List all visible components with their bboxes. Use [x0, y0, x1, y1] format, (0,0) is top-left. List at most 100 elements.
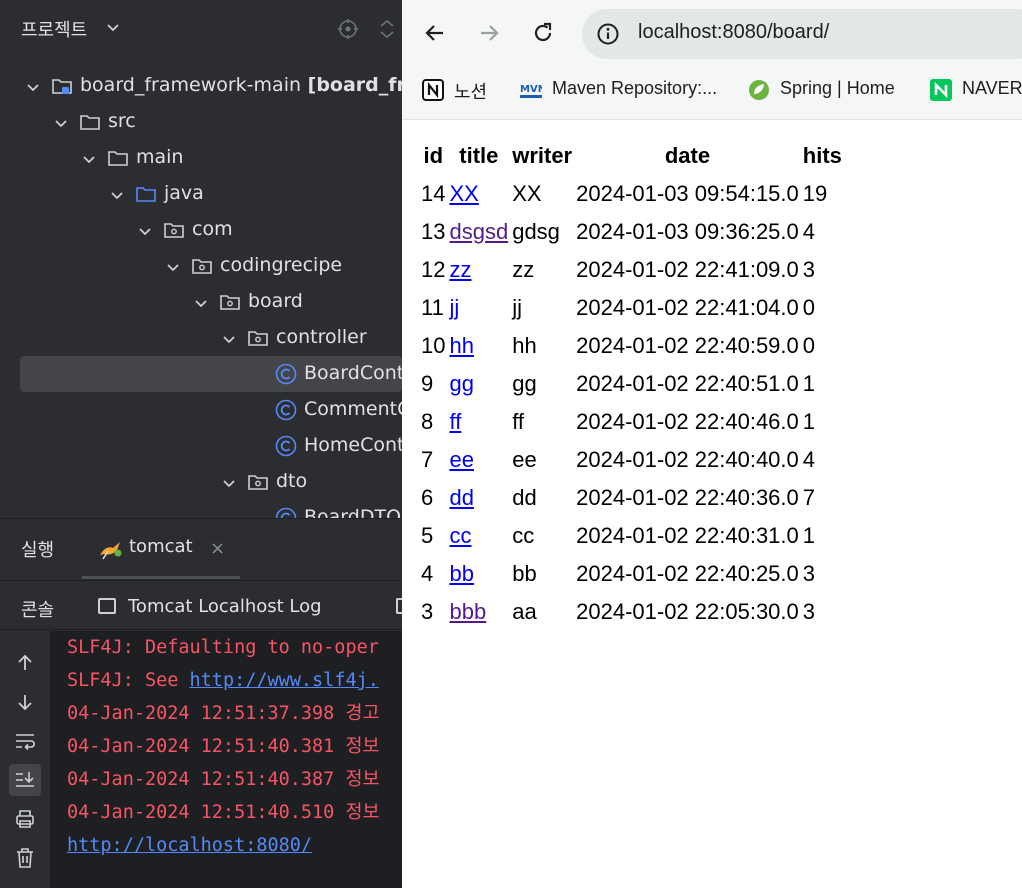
maven-icon: MVN: [520, 84, 542, 98]
post-title-link[interactable]: gg: [449, 371, 473, 396]
post-title-link[interactable]: zz: [449, 257, 471, 282]
browser-window: localhost:8080/board/ 노션 MVN Maven Repos…: [402, 0, 1022, 888]
chevron-down-icon[interactable]: [109, 186, 125, 202]
chevron-down-icon[interactable]: [137, 222, 153, 238]
tree-item[interactable]: BoardDTO: [0, 500, 402, 518]
tree-item[interactable]: com: [0, 212, 402, 248]
cell-id: 11: [421, 295, 444, 320]
cell-id: 13: [421, 219, 446, 244]
folder-icon: [79, 111, 101, 133]
chevron-down-icon[interactable]: [165, 258, 181, 274]
project-panel-title[interactable]: 프로젝트: [21, 16, 87, 42]
chevron-down-icon[interactable]: [221, 330, 237, 346]
tree-item-label: BoardDTO: [304, 506, 402, 518]
tree-item[interactable]: HomeCont: [0, 428, 402, 464]
svg-text:MVN: MVN: [520, 84, 542, 95]
post-title-link[interactable]: ee: [449, 447, 473, 472]
cell-id: 8: [421, 409, 434, 434]
tree-item[interactable]: board: [0, 284, 402, 320]
bookmark-label: NAVER: [962, 78, 1022, 98]
expand-collapse-icon[interactable]: [376, 18, 398, 40]
post-title-link[interactable]: dd: [449, 485, 473, 510]
class-icon: [275, 507, 297, 518]
tree-item-label: controller: [276, 326, 367, 348]
post-title-link[interactable]: XX: [449, 181, 478, 206]
locate-icon[interactable]: [337, 18, 359, 40]
console-link[interactable]: http://www.slf4j.: [190, 670, 379, 691]
bookmark-label: Spring | Home: [780, 78, 895, 98]
trash-icon[interactable]: [13, 846, 37, 870]
tree-item[interactable]: java: [0, 176, 402, 212]
address-bar[interactable]: localhost:8080/board/: [582, 9, 1022, 59]
arrow-down-icon[interactable]: [13, 690, 37, 714]
tomcat-run-tab[interactable]: tomcat: [129, 536, 193, 557]
tree-item[interactable]: BoardCont: [20, 356, 402, 392]
tree-item[interactable]: codingrecipe: [0, 248, 402, 284]
tree-item[interactable]: src: [0, 104, 402, 140]
console-line: SLF4J: Defaulting to no-oper: [67, 637, 379, 658]
tomcat-icon: [100, 542, 122, 560]
run-tab-label[interactable]: 실행: [21, 536, 54, 562]
post-title-link[interactable]: cc: [449, 523, 471, 548]
browser-toolbar: localhost:8080/board/: [402, 0, 1022, 66]
table-row: 9 gg gg 2024-01-02 22:40:51.0 1: [420, 366, 843, 402]
cell-title: ee: [448, 442, 509, 478]
table-row: 12 zz zz 2024-01-02 22:41:09.0 3: [420, 252, 843, 288]
source-folder-icon: [135, 183, 157, 205]
tree-item-label: CommentC: [304, 398, 402, 420]
tree-item[interactable]: main: [0, 140, 402, 176]
cell-date: 2024-01-02 22:40:46.0: [576, 409, 799, 434]
post-title-link[interactable]: hh: [449, 333, 473, 358]
cell-title: jj: [448, 290, 509, 326]
cell-id: 14: [421, 181, 446, 206]
post-title-link[interactable]: jj: [449, 295, 459, 320]
site-info-icon[interactable]: [596, 22, 620, 46]
chevron-down-icon[interactable]: [25, 78, 41, 94]
print-icon[interactable]: [13, 807, 37, 831]
cell-date: 2024-01-02 22:40:25.0: [576, 561, 799, 586]
post-title-link[interactable]: bb: [449, 561, 473, 586]
cell-id: 12: [421, 257, 446, 282]
post-title-link[interactable]: dsgsd: [449, 219, 508, 244]
scroll-to-end-button[interactable]: [9, 764, 41, 796]
console-link[interactable]: http://localhost:8080/: [67, 835, 312, 856]
chevron-down-icon[interactable]: [81, 150, 97, 166]
bookmark-label: 노션: [454, 82, 488, 102]
cell-date: 2024-01-02 22:41:09.0: [576, 257, 799, 282]
console-tab[interactable]: 콘솔: [21, 596, 54, 622]
table-header-row: id title writer date hits: [420, 138, 843, 174]
console-output[interactable]: SLF4J: Defaulting to no-oper SLF4J: See h…: [0, 631, 402, 888]
cell-title: bb: [448, 556, 509, 592]
board-table-body: 14 XX XX 2024-01-03 09:54:15.0 19 13 dsgsd gdsg…: [420, 176, 843, 630]
tree-item[interactable]: CommentC: [0, 392, 402, 428]
chevron-down-icon[interactable]: [104, 18, 122, 36]
tree-item-label: dto: [276, 470, 308, 492]
cell-date: 2024-01-02 22:05:30.0: [576, 599, 799, 624]
tree-item[interactable]: dto: [0, 464, 402, 500]
soft-wrap-icon[interactable]: [13, 729, 37, 753]
chevron-down-icon[interactable]: [193, 294, 209, 310]
notion-icon: [422, 79, 444, 101]
cell-writer: ff: [512, 409, 525, 434]
table-row: 8 ff ff 2024-01-02 22:40:46.0 1: [420, 404, 843, 440]
back-icon[interactable]: [422, 20, 448, 46]
tomcat-localhost-log-tab[interactable]: Tomcat Localhost Log: [128, 596, 322, 617]
bookmarks-bar: 노션 MVN Maven Repository:... Spring | Hom…: [402, 66, 1022, 120]
forward-icon[interactable]: [476, 20, 502, 46]
cell-title: ff: [448, 404, 509, 440]
cell-date: 2024-01-02 22:40:31.0: [576, 523, 799, 548]
tree-item[interactable]: controller: [0, 320, 402, 356]
post-title-link[interactable]: bbb: [449, 599, 486, 624]
table-row: 14 XX XX 2024-01-03 09:54:15.0 19: [420, 176, 843, 212]
reload-icon[interactable]: [530, 20, 556, 46]
cell-hits: 0: [802, 333, 816, 358]
close-icon[interactable]: ×: [210, 538, 225, 559]
chevron-down-icon[interactable]: [53, 114, 69, 130]
cell-hits: 1: [802, 371, 816, 396]
cell-hits: 4: [802, 447, 816, 472]
post-title-link[interactable]: ff: [449, 409, 461, 434]
column-header-hits: hits: [802, 143, 842, 168]
chevron-down-icon[interactable]: [221, 474, 237, 490]
tree-item[interactable]: board_framework-main [board_fra: [0, 68, 402, 104]
arrow-up-icon[interactable]: [13, 651, 37, 675]
